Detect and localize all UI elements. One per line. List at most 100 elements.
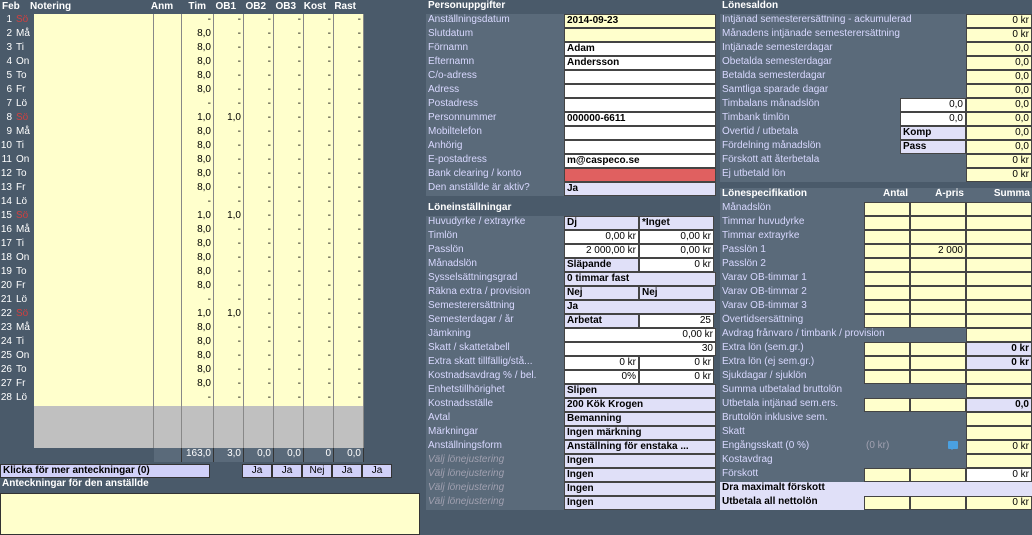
rast-cell[interactable]: - xyxy=(334,224,364,238)
rast-cell[interactable]: - xyxy=(334,350,364,364)
ob2-cell[interactable]: - xyxy=(244,294,274,308)
saldon-value[interactable]: 0 kr xyxy=(966,14,1032,28)
calendar-row[interactable]: 15Sö1,01,0---- xyxy=(0,210,422,224)
rast-cell[interactable]: - xyxy=(334,266,364,280)
anm-cell[interactable] xyxy=(154,28,182,42)
anm-cell[interactable] xyxy=(154,84,182,98)
calendar-row[interactable]: 27Fr8,0----- xyxy=(0,378,422,392)
kost-cell[interactable]: - xyxy=(304,308,334,322)
notering-cell[interactable] xyxy=(34,182,154,196)
ob3-cell[interactable]: - xyxy=(274,224,304,238)
field-value[interactable]: 200 Kök Krogen xyxy=(564,398,716,412)
calendar-row[interactable]: 1Sö------ xyxy=(0,14,422,28)
field-value[interactable]: Ingen xyxy=(564,496,716,510)
anm-cell[interactable] xyxy=(154,378,182,392)
anm-cell[interactable] xyxy=(154,252,182,266)
rast-cell[interactable]: - xyxy=(334,84,364,98)
rast-cell[interactable]: - xyxy=(334,392,364,406)
ob3-cell[interactable]: - xyxy=(274,28,304,42)
ob2-cell[interactable]: - xyxy=(244,308,274,322)
notering-cell[interactable] xyxy=(34,364,154,378)
ob3-cell[interactable]: - xyxy=(274,392,304,406)
rast-cell[interactable]: - xyxy=(334,336,364,350)
anm-cell[interactable] xyxy=(154,280,182,294)
calendar-row[interactable]: 20Fr8,0----- xyxy=(0,280,422,294)
field-value[interactable]: Slipen xyxy=(564,384,716,398)
field-value-1[interactable]: 0,00 kr xyxy=(564,230,639,244)
notering-cell[interactable] xyxy=(34,210,154,224)
kost-cell[interactable]: - xyxy=(304,336,334,350)
tim-cell[interactable]: 8,0 xyxy=(182,224,214,238)
ob3-cell[interactable]: - xyxy=(274,126,304,140)
rast-cell[interactable]: - xyxy=(334,252,364,266)
anm-cell[interactable] xyxy=(154,42,182,56)
spec-antal[interactable] xyxy=(864,398,910,412)
anm-cell[interactable] xyxy=(154,196,182,210)
ob1-cell[interactable]: - xyxy=(214,280,244,294)
tim-cell[interactable]: 8,0 xyxy=(182,42,214,56)
rast-cell[interactable]: - xyxy=(334,308,364,322)
ob3-cell[interactable]: - xyxy=(274,252,304,266)
field-value[interactable]: 000000-6611 xyxy=(564,112,716,126)
spec-antal[interactable] xyxy=(864,300,910,314)
field-value[interactable]: 30 xyxy=(564,342,716,356)
field-value[interactable] xyxy=(564,126,716,140)
field-value[interactable]: Ingen xyxy=(564,482,716,496)
saldon-value[interactable]: 0,0 xyxy=(966,126,1032,140)
rast-cell[interactable]: - xyxy=(334,56,364,70)
tim-cell[interactable]: 1,0 xyxy=(182,112,214,126)
ob1-cell[interactable]: - xyxy=(214,336,244,350)
calendar-row[interactable]: 5To8,0----- xyxy=(0,70,422,84)
spec-apris[interactable] xyxy=(910,202,966,216)
spec-apris[interactable] xyxy=(910,342,966,356)
tim-cell[interactable]: 8,0 xyxy=(182,378,214,392)
kost-cell[interactable]: - xyxy=(304,210,334,224)
saldon-mid-value[interactable]: 0,0 xyxy=(900,98,966,112)
tim-cell[interactable]: 8,0 xyxy=(182,168,214,182)
ob2-cell[interactable]: - xyxy=(244,350,274,364)
saldon-value[interactable]: 0,0 xyxy=(966,56,1032,70)
ob3-cell[interactable]: - xyxy=(274,70,304,84)
rast-cell[interactable]: - xyxy=(334,154,364,168)
calendar-row[interactable]: 22Sö1,01,0---- xyxy=(0,308,422,322)
field-value-2[interactable]: *Inget xyxy=(639,216,714,230)
kost-cell[interactable]: - xyxy=(304,28,334,42)
spec-summa[interactable] xyxy=(966,272,1032,286)
notering-cell[interactable] xyxy=(34,336,154,350)
spec-summa[interactable] xyxy=(966,258,1032,272)
ob2-cell[interactable]: - xyxy=(244,98,274,112)
ob3-cell[interactable]: - xyxy=(274,42,304,56)
tim-cell[interactable]: - xyxy=(182,14,214,28)
ob1-cell[interactable]: - xyxy=(214,28,244,42)
field-value-2[interactable]: 0 kr xyxy=(639,370,714,384)
notering-cell[interactable] xyxy=(34,350,154,364)
kost-cell[interactable]: - xyxy=(304,392,334,406)
notering-cell[interactable] xyxy=(34,98,154,112)
kost-cell[interactable]: - xyxy=(304,70,334,84)
rast-cell[interactable]: - xyxy=(334,238,364,252)
calendar-row[interactable]: 14Lö------ xyxy=(0,196,422,210)
notering-cell[interactable] xyxy=(34,112,154,126)
calendar-row[interactable]: 3Ti8,0----- xyxy=(0,42,422,56)
calendar-row[interactable]: 11On8,0----- xyxy=(0,154,422,168)
spec-antal[interactable] xyxy=(864,258,910,272)
tim-cell[interactable]: 8,0 xyxy=(182,238,214,252)
kost-cell[interactable]: - xyxy=(304,252,334,266)
calendar-row[interactable]: 18On8,0----- xyxy=(0,252,422,266)
kost-cell[interactable]: - xyxy=(304,280,334,294)
notering-cell[interactable] xyxy=(34,294,154,308)
ob2-cell[interactable]: - xyxy=(244,336,274,350)
spec-antal[interactable] xyxy=(864,496,910,510)
kost-cell[interactable]: - xyxy=(304,378,334,392)
ob1-cell[interactable]: - xyxy=(214,126,244,140)
saldon-mid-select[interactable]: Komp xyxy=(900,126,966,140)
kost-cell[interactable]: - xyxy=(304,322,334,336)
spec-apris[interactable] xyxy=(910,286,966,300)
rast-cell[interactable]: - xyxy=(334,182,364,196)
field-value[interactable]: Ja xyxy=(564,300,716,314)
ob2-cell[interactable]: - xyxy=(244,182,274,196)
tim-cell[interactable]: - xyxy=(182,294,214,308)
ob2-cell[interactable]: - xyxy=(244,84,274,98)
notering-cell[interactable] xyxy=(34,280,154,294)
kost-cell[interactable]: - xyxy=(304,98,334,112)
